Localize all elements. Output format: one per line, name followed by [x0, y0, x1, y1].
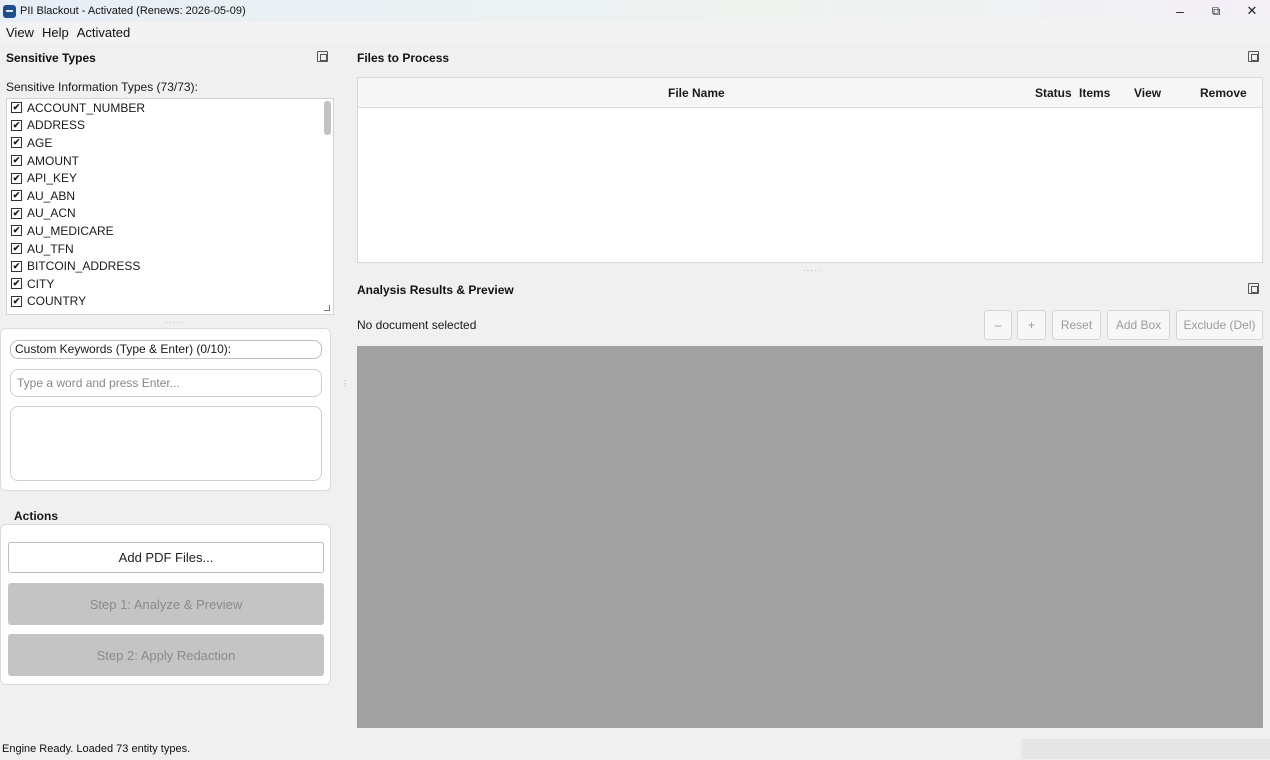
keywords-list-box[interactable]: [10, 406, 322, 481]
sensitive-type-item[interactable]: ✔ COUNTRY: [7, 293, 333, 311]
window-controls: – ⧉ ✕: [1162, 0, 1270, 22]
sensitive-type-label: AU_ACN: [27, 206, 76, 221]
zoom-in-button[interactable]: +: [1017, 310, 1046, 340]
app-logo-icon: [3, 4, 16, 18]
undock-files-panel-icon[interactable]: [1248, 51, 1259, 62]
sensitive-type-label: COUNTRY: [27, 294, 87, 309]
window-title: PII Blackout - Activated (Renews: 2026-0…: [20, 5, 246, 17]
document-status: No document selected: [357, 318, 477, 332]
resize-grip-icon[interactable]: [324, 305, 330, 311]
zoom-out-button[interactable]: –: [984, 310, 1012, 340]
checkbox[interactable]: ✔: [11, 260, 22, 272]
apply-redaction-button[interactable]: Step 2: Apply Redaction: [8, 634, 324, 676]
checkbox[interactable]: ✔: [11, 102, 22, 114]
column-status[interactable]: Status: [1035, 78, 1072, 108]
sensitive-type-item[interactable]: ✔ AU_ABN: [7, 187, 333, 205]
horizontal-splitter-handle[interactable]: ·····: [803, 266, 821, 275]
menu-help[interactable]: Help: [38, 25, 73, 40]
exclude-button[interactable]: Exclude (Del): [1176, 310, 1263, 340]
keyword-input[interactable]: [10, 369, 322, 397]
sensitive-type-item[interactable]: ✔ AGE: [7, 134, 333, 152]
checkbox[interactable]: ✔: [11, 225, 22, 237]
document-preview-area[interactable]: [357, 346, 1263, 728]
sensitive-type-item[interactable]: ✔ API_KEY: [7, 169, 333, 187]
sensitive-type-label: AU_MEDICARE: [27, 223, 114, 238]
sensitive-type-label: API_KEY: [27, 171, 78, 186]
vertical-splitter-handle[interactable]: ⋮: [341, 380, 349, 388]
analysis-results-title: Analysis Results & Preview: [357, 283, 514, 297]
sensitive-type-label: BITCOIN_ADDRESS: [27, 259, 141, 274]
files-to-process-title: Files to Process: [357, 51, 450, 65]
checkbox[interactable]: ✔: [11, 207, 22, 219]
checkbox[interactable]: ✔: [11, 243, 22, 255]
analyze-preview-button[interactable]: Step 1: Analyze & Preview: [8, 583, 324, 625]
files-table[interactable]: File Name Status Items View Remove: [357, 77, 1263, 263]
status-progress-bar: [1021, 739, 1270, 759]
sensitive-type-item[interactable]: ✔ AMOUNT: [7, 152, 333, 170]
add-box-button[interactable]: Add Box: [1107, 310, 1170, 340]
sensitive-type-label: ADDRESS: [27, 118, 86, 133]
sensitive-type-item[interactable]: ✔ ACCOUNT_NUMBER: [7, 99, 333, 117]
title-bar: PII Blackout - Activated (Renews: 2026-0…: [0, 0, 1270, 22]
splitter-handle[interactable]: ·····: [165, 318, 183, 327]
column-file-name[interactable]: File Name: [668, 78, 725, 108]
checkbox[interactable]: ✔: [11, 295, 22, 307]
restore-button[interactable]: ⧉: [1198, 0, 1234, 22]
add-pdf-files-button[interactable]: Add PDF Files...: [8, 542, 324, 573]
list-scrollbar[interactable]: [324, 101, 331, 135]
sensitive-type-label: AU_ABN: [27, 188, 76, 203]
checkbox[interactable]: ✔: [11, 119, 22, 131]
sensitive-type-item[interactable]: ✔ CITY: [7, 275, 333, 293]
actions-title: Actions: [14, 509, 59, 523]
minimize-button[interactable]: –: [1162, 0, 1198, 22]
column-view[interactable]: View: [1134, 78, 1161, 108]
sensitive-types-title: Sensitive Types: [6, 51, 96, 65]
sensitive-types-list[interactable]: ✔ ACCOUNT_NUMBER ✔ ADDRESS ✔ AGE ✔ AMOUNT ✔ API_K…: [6, 98, 334, 315]
files-table-header: File Name Status Items View Remove: [358, 78, 1262, 108]
sensitive-type-item[interactable]: ✔ AU_TFN: [7, 240, 333, 258]
menu-bar: View Help Activated: [0, 22, 1270, 42]
checkbox[interactable]: ✔: [11, 172, 22, 184]
sensitive-type-item[interactable]: ✔ BITCOIN_ADDRESS: [7, 257, 333, 275]
sensitive-type-item[interactable]: ✔ ADDRESS: [7, 117, 333, 135]
sensitive-type-label: AMOUNT: [27, 153, 79, 168]
sensitive-type-label: CITY: [27, 276, 55, 291]
sensitive-type-item[interactable]: ✔ AU_MEDICARE: [7, 222, 333, 240]
column-items[interactable]: Items: [1079, 78, 1110, 108]
undock-sensitive-panel-icon[interactable]: [317, 51, 328, 62]
undock-analysis-panel-icon[interactable]: [1248, 283, 1259, 294]
sensitive-type-label: AGE: [27, 135, 53, 150]
checkbox[interactable]: ✔: [11, 190, 22, 202]
checkbox[interactable]: ✔: [11, 278, 22, 290]
sensitive-type-label: ACCOUNT_NUMBER: [27, 100, 146, 115]
sensitive-type-label: AU_TFN: [27, 241, 74, 256]
sensitive-type-item[interactable]: ✔ AU_ACN: [7, 205, 333, 223]
reset-button[interactable]: Reset: [1052, 310, 1101, 340]
custom-keywords-label: Custom Keywords (Type & Enter) (0/10):: [10, 340, 322, 359]
status-message: Engine Ready. Loaded 73 entity types.: [2, 743, 191, 755]
checkbox[interactable]: ✔: [11, 137, 22, 149]
menu-view[interactable]: View: [0, 25, 38, 40]
sensitive-types-list-label: Sensitive Information Types (73/73):: [6, 80, 198, 94]
column-remove[interactable]: Remove: [1200, 78, 1247, 108]
checkbox[interactable]: ✔: [11, 155, 22, 167]
close-button[interactable]: ✕: [1234, 0, 1270, 22]
menu-activated[interactable]: Activated: [73, 25, 134, 40]
